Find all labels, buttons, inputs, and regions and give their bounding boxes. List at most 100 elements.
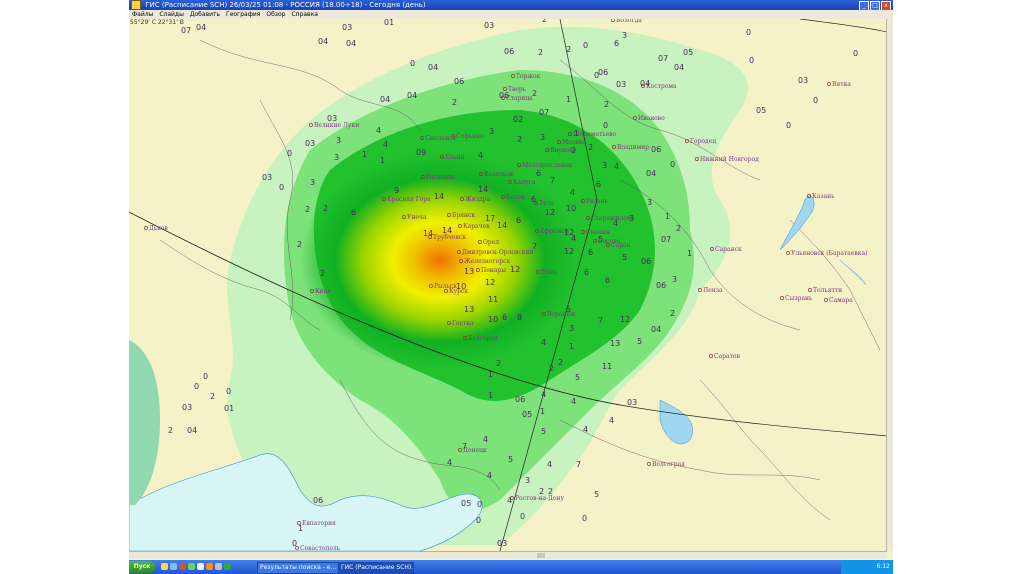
menu-file[interactable]: Файлы bbox=[132, 10, 153, 19]
city-label: Старица bbox=[506, 95, 533, 102]
precip-value: 14 bbox=[478, 185, 488, 194]
precip-value: 01 bbox=[384, 19, 394, 27]
precip-value: 6 bbox=[605, 276, 610, 285]
quicklaunch-icon-7[interactable] bbox=[215, 563, 222, 570]
precip-value: 04 bbox=[346, 39, 356, 48]
precip-value: 17 bbox=[485, 214, 495, 223]
quicklaunch-icon-1[interactable] bbox=[161, 563, 168, 570]
precip-value: 3 bbox=[336, 136, 341, 145]
menu-add[interactable]: Добавить bbox=[190, 10, 220, 19]
precip-value: 03 bbox=[327, 114, 337, 123]
precip-value: 1 bbox=[687, 249, 692, 258]
precip-value: 10 bbox=[488, 315, 498, 324]
menu-help[interactable]: Справка bbox=[291, 10, 317, 19]
precip-value: 12 bbox=[545, 208, 555, 217]
city-label: Дмитровск-Орловский bbox=[462, 249, 534, 256]
menu-geography[interactable]: География bbox=[226, 10, 260, 19]
precip-value: 04 bbox=[318, 37, 328, 46]
precip-value: 03 bbox=[497, 539, 507, 548]
precip-value: 5 bbox=[575, 373, 580, 382]
taskbar-item-gis[interactable]: ГИС (Расписание SCH)... bbox=[338, 562, 414, 574]
city-label: Казань bbox=[812, 193, 835, 200]
precip-value: 05 bbox=[522, 410, 532, 419]
city-label: Самара bbox=[829, 297, 853, 304]
precip-value: 2 bbox=[452, 98, 457, 107]
city-label: Софьино bbox=[456, 133, 484, 140]
precip-value: 0 bbox=[853, 49, 858, 58]
precip-value: 5 bbox=[637, 337, 642, 346]
precip-value: 10 bbox=[456, 282, 466, 291]
quicklaunch-icon-3[interactable] bbox=[179, 563, 186, 570]
precip-value: 1 bbox=[298, 524, 303, 533]
precip-value: 4 bbox=[547, 460, 552, 469]
precip-value: 3 bbox=[489, 127, 494, 136]
city-label: Шереметьево bbox=[573, 131, 617, 138]
quicklaunch-icon-8[interactable] bbox=[224, 563, 231, 570]
precip-value: 3 bbox=[622, 31, 627, 40]
city-label: Малоярославец bbox=[522, 162, 572, 169]
title-bar[interactable]: ГИС (Расписание SCH) 26/03/25 01:08 - РО… bbox=[129, 0, 893, 11]
precip-value: 8 bbox=[517, 313, 522, 322]
precip-value: 4 bbox=[487, 471, 492, 480]
city-label: Рославль bbox=[426, 174, 456, 181]
city-label: Киев bbox=[315, 288, 331, 295]
precip-value: 6 bbox=[596, 180, 601, 189]
menu-slides[interactable]: Слайды bbox=[159, 10, 184, 19]
city-label: Орел bbox=[483, 239, 499, 246]
precip-value: 0 bbox=[813, 96, 818, 105]
precip-value: 2 bbox=[566, 45, 571, 54]
precip-value: 14 bbox=[423, 229, 433, 238]
precip-value: 3 bbox=[569, 324, 574, 333]
city-label: Красная Гора bbox=[387, 196, 431, 203]
precip-value: 2 bbox=[320, 269, 325, 278]
precip-value: 2 bbox=[532, 89, 537, 98]
city-label: Козельск bbox=[484, 171, 514, 178]
precip-value: 03 bbox=[262, 173, 272, 182]
city-label: Великие Луки bbox=[314, 122, 359, 129]
precip-value: 04 bbox=[651, 325, 661, 334]
city-label: Железногорск bbox=[464, 258, 510, 265]
weather-map[interactable]: Вологда Торжок Тверь Старица Кострома Вятка Ив… bbox=[129, 19, 887, 551]
precip-value: 2 bbox=[305, 205, 310, 214]
city-label: Тверь bbox=[508, 86, 527, 93]
precip-value: 0 bbox=[583, 41, 588, 50]
precip-value: 01 bbox=[224, 404, 234, 413]
precip-value: 2 bbox=[670, 309, 675, 318]
precip-value: 3 bbox=[629, 214, 634, 223]
city-label: Саратов bbox=[714, 353, 741, 360]
precip-value: 4 bbox=[613, 219, 618, 228]
precip-value: 0 bbox=[287, 149, 292, 158]
menu-overview[interactable]: Обзор bbox=[266, 10, 285, 19]
clock: 6:12 bbox=[876, 563, 890, 570]
precip-value: 11 bbox=[488, 295, 498, 304]
city-label: Воронеж bbox=[547, 311, 576, 318]
scroll-thumb[interactable] bbox=[537, 553, 545, 558]
quicklaunch-icon-5[interactable] bbox=[197, 563, 204, 570]
precip-value: 03 bbox=[627, 398, 637, 407]
vertical-scrollbar[interactable] bbox=[886, 19, 893, 551]
precip-value: 05 bbox=[461, 499, 471, 508]
start-button[interactable]: Пуск bbox=[129, 561, 155, 573]
precip-value: 11 bbox=[602, 362, 612, 371]
precip-core bbox=[300, 150, 580, 370]
precip-value: 4 bbox=[447, 458, 452, 467]
precip-value: 05 bbox=[756, 106, 766, 115]
precip-value: 2 bbox=[588, 143, 593, 152]
taskbar-item-search-results[interactable]: Результаты поиска - е... bbox=[257, 562, 339, 574]
quicklaunch-icon-6[interactable] bbox=[206, 563, 213, 570]
precip-value: 2 bbox=[168, 426, 173, 435]
precip-value: 2 bbox=[496, 359, 501, 368]
precip-value: 0 bbox=[476, 516, 481, 525]
gis-window: ГИС (Расписание SCH) 26/03/25 01:08 - РО… bbox=[129, 0, 893, 574]
quicklaunch-icon-2[interactable] bbox=[170, 563, 177, 570]
precip-value: 6 bbox=[614, 39, 619, 48]
precip-value: 0 bbox=[786, 121, 791, 130]
city-label: Саран bbox=[611, 242, 631, 249]
precip-value: 04 bbox=[196, 23, 206, 32]
city-label: Карачев bbox=[463, 223, 490, 230]
quicklaunch-icon-4[interactable] bbox=[188, 563, 195, 570]
precip-value: 1 bbox=[569, 342, 574, 351]
system-tray: 6:12 bbox=[841, 560, 893, 574]
precip-value: 6 bbox=[516, 216, 521, 225]
horizontal-scrollbar[interactable] bbox=[129, 551, 887, 559]
